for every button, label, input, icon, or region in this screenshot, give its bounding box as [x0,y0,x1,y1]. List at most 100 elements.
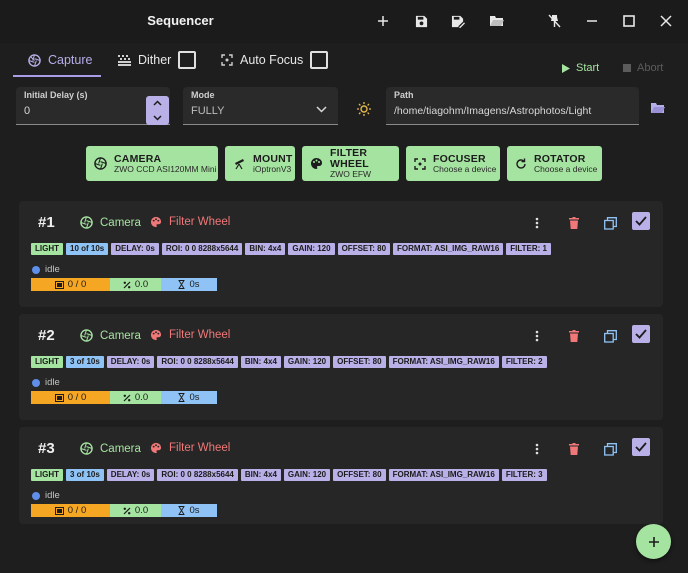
save-icon[interactable] [411,11,431,31]
percent-icon [123,394,131,402]
auto-focus-checkbox[interactable] [310,51,329,69]
start-button[interactable]: Start [562,60,599,76]
delay-chip: DELAY: 0s [106,356,155,368]
device-focuser[interactable]: FOCUSER Choose a device [406,146,500,181]
delay-chip: DELAY: 0s [106,469,155,481]
sequence-card: #1 Camera Filter Wheel LIGHT 10 of 10s D… [19,201,663,307]
device-camera[interactable]: CAMERA ZWO CCD ASI120MM Mini [86,146,218,181]
more-vert-icon[interactable] [528,327,546,345]
delete-icon[interactable] [565,327,583,345]
count-chip: 10 of 10s [66,243,109,255]
format-chip: FORMAT: ASI_IMG_RAW16 [388,469,499,481]
frames-value: 0 / 0 [67,392,87,403]
sequence-number: #3 [38,440,55,457]
status-text: idle [45,264,60,275]
camera-label: Camera [100,442,141,455]
duplicate-icon[interactable] [601,214,619,232]
enabled-checkbox[interactable] [632,325,650,343]
duplicate-icon[interactable] [601,440,619,458]
delete-icon[interactable] [565,440,583,458]
filter-wheel-link[interactable]: Filter Wheel [150,442,230,454]
add-icon [648,536,660,548]
camera-link[interactable]: Camera [80,216,141,229]
sequence-card: #2 Camera Filter Wheel LIGHT 3 of 10s DE… [19,314,663,420]
filter-wheel-label: Filter Wheel [169,442,231,454]
filter-wheel-link[interactable]: Filter Wheel [150,329,230,341]
save-as-icon[interactable] [448,11,468,31]
camera-label: Camera [100,216,141,229]
sequence-chips: LIGHT 3 of 10s DELAY: 0s ROI: 0 0 8288x5… [31,469,547,481]
format-chip: FORMAT: ASI_IMG_RAW16 [393,243,504,255]
close-icon[interactable] [656,11,676,31]
filter-chip: FILTER: 2 [501,356,547,368]
tab-dither[interactable]: Dither [118,43,197,77]
open-folder-icon[interactable] [486,11,506,31]
chevron-up-icon[interactable] [153,100,162,106]
sequence-number: #2 [38,327,55,344]
delete-icon[interactable] [565,214,583,232]
initial-delay-input[interactable]: 0 [24,105,30,117]
filter-chip: FILTER: 3 [501,469,547,481]
frames-progress: 0 / 0 [31,278,110,291]
sequence-status: idle [32,377,60,388]
percent-progress: 0.0 [110,278,161,291]
percent-progress: 0.0 [110,391,161,404]
offset-chip: OFFSET: 80 [337,243,391,255]
sequence-chips: LIGHT 3 of 10s DELAY: 0s ROI: 0 0 8288x5… [31,356,547,368]
device-filter-wheel[interactable]: FILTER WHEEL ZWO EFW [302,146,399,181]
abort-button[interactable]: Abort [623,60,663,76]
add-sequence-button[interactable] [636,524,671,559]
elapsed-value: 0s [189,279,200,290]
palette-icon [150,442,162,454]
maximize-icon[interactable] [619,11,639,31]
duplicate-icon[interactable] [601,327,619,345]
roi-chip: ROI: 0 0 8288x5644 [161,243,243,255]
palette-icon [150,329,162,341]
enabled-checkbox[interactable] [632,438,650,456]
initial-delay-label: Initial Delay (s) [24,90,88,100]
pin-off-icon[interactable] [544,11,564,31]
sun-icon[interactable] [356,101,372,117]
device-mount[interactable]: MOUNT iOptronV3 [225,146,295,181]
device-rotator[interactable]: ROTATOR Choose a device [507,146,602,181]
path-field[interactable]: Path /home/tiagohm/Imagens/Astrophotos/L… [386,87,639,125]
camera-aperture-icon [28,53,41,67]
camera-link[interactable]: Camera [80,442,141,455]
camera-link[interactable]: Camera [80,329,141,342]
dither-checkbox[interactable] [178,51,197,69]
device-name: ROTATOR [534,152,586,165]
elapsed-progress: 0s [161,504,217,517]
status-dot-icon [32,491,40,500]
roi-chip: ROI: 0 0 8288x5644 [157,356,238,368]
chevron-down-icon[interactable] [153,115,162,121]
hourglass-icon [178,280,185,289]
tab-auto-focus[interactable]: Auto Focus [221,43,329,77]
folder-open-icon[interactable] [651,103,665,114]
focus-icon [414,157,426,170]
sequence-number: #1 [38,214,55,231]
dither-icon [118,54,131,66]
frames-progress: 0 / 0 [31,504,110,517]
focus-icon [221,54,233,66]
type-chip: LIGHT [31,243,63,255]
minimize-icon[interactable] [582,11,602,31]
more-vert-icon[interactable] [528,440,546,458]
device-name: FOCUSER [433,152,486,165]
frames-value: 0 / 0 [67,505,87,516]
mode-select[interactable]: Mode FULLY [183,87,338,125]
add-icon[interactable] [373,11,393,31]
path-input[interactable]: /home/tiagohm/Imagens/Astrophotos/Light [394,105,591,117]
more-vert-icon[interactable] [528,214,546,232]
delay-stepper[interactable] [146,96,169,125]
bin-chip: BIN: 4x4 [245,243,286,255]
camera-aperture-icon [80,442,93,455]
filter-wheel-link[interactable]: Filter Wheel [150,216,230,228]
filter-wheel-label: Filter Wheel [169,216,231,228]
tab-capture[interactable]: Capture [28,43,92,77]
enabled-checkbox[interactable] [632,212,650,230]
percent-value: 0.0 [134,279,149,290]
palette-icon [310,157,323,170]
device-value: Choose a device [534,163,598,174]
camera-aperture-icon [80,216,93,229]
stop-icon [623,64,631,72]
